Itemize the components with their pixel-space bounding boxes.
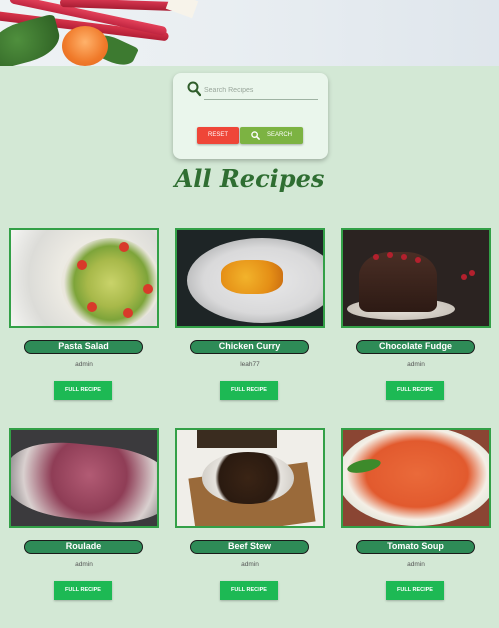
recipe-name: Pasta Salad xyxy=(24,340,143,354)
recipe-name: Chocolate Fudge xyxy=(356,340,475,354)
recipe-card: Beef Stew admin FULL RECIPE xyxy=(175,428,325,608)
recipe-name: Tomato Soup xyxy=(356,540,475,554)
recipe-card: Roulade admin FULL RECIPE xyxy=(9,428,159,608)
recipe-photo-beef-stew[interactable] xyxy=(175,428,325,528)
recipe-author: admin xyxy=(75,361,93,368)
recipe-name: Roulade xyxy=(24,540,143,554)
full-recipe-button[interactable]: FULL RECIPE xyxy=(386,381,444,400)
page-title: All Recipes xyxy=(174,164,325,193)
recipe-author: admin xyxy=(241,561,259,568)
search-button-label: SEARCH xyxy=(267,132,293,138)
recipe-author: admin xyxy=(75,561,93,568)
reset-button[interactable]: RESET xyxy=(197,127,239,144)
full-recipe-button[interactable]: FULL RECIPE xyxy=(220,581,278,600)
search-button-icon xyxy=(251,131,260,140)
recipe-name: Beef Stew xyxy=(190,540,309,554)
recipe-photo-roulade[interactable] xyxy=(9,428,159,528)
recipe-author: admin xyxy=(407,361,425,368)
search-input[interactable] xyxy=(204,82,318,100)
recipe-author: leah77 xyxy=(240,361,260,368)
search-button[interactable]: SEARCH xyxy=(240,127,303,144)
recipe-author: admin xyxy=(407,561,425,568)
search-icon xyxy=(187,81,201,97)
full-recipe-button[interactable]: FULL RECIPE xyxy=(220,381,278,400)
full-recipe-button[interactable]: FULL RECIPE xyxy=(54,381,112,400)
recipe-name: Chicken Curry xyxy=(190,340,309,354)
search-panel: RESET SEARCH xyxy=(173,73,328,159)
full-recipe-button[interactable]: FULL RECIPE xyxy=(54,581,112,600)
full-recipe-button[interactable]: FULL RECIPE xyxy=(386,581,444,600)
recipe-card: Chicken Curry leah77 FULL RECIPE xyxy=(175,228,325,408)
recipe-card: Pasta Salad admin FULL RECIPE xyxy=(9,228,159,408)
recipe-card: Chocolate Fudge admin FULL RECIPE xyxy=(341,228,491,408)
recipe-photo-chicken-curry[interactable] xyxy=(175,228,325,328)
recipe-photo-pasta-salad[interactable] xyxy=(9,228,159,328)
recipe-photo-tomato-soup[interactable] xyxy=(341,428,491,528)
recipe-photo-chocolate-fudge[interactable] xyxy=(341,228,491,328)
recipe-card: Tomato Soup admin FULL RECIPE xyxy=(341,428,491,608)
hero-banner-image xyxy=(0,0,499,66)
